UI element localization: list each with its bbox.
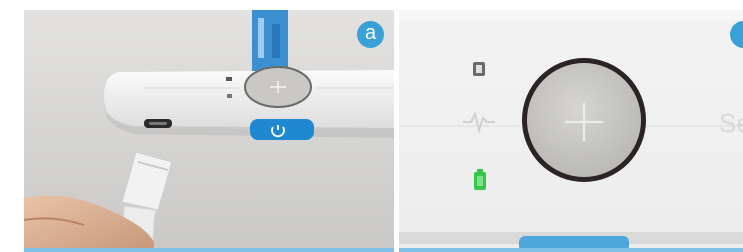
device-charging-photo [24, 10, 394, 252]
panel-label-badge-a: a [357, 21, 384, 48]
panel-bottom-bar [24, 248, 394, 252]
status-led-icon [226, 77, 232, 81]
panel-bottom-bar [399, 248, 743, 252]
power-button [250, 119, 314, 140]
device-closeup-photo [399, 10, 743, 252]
photo-panel-b: Se [399, 10, 743, 252]
partial-label-text: Se [719, 108, 743, 138]
photo-panel-a: a [24, 10, 394, 252]
